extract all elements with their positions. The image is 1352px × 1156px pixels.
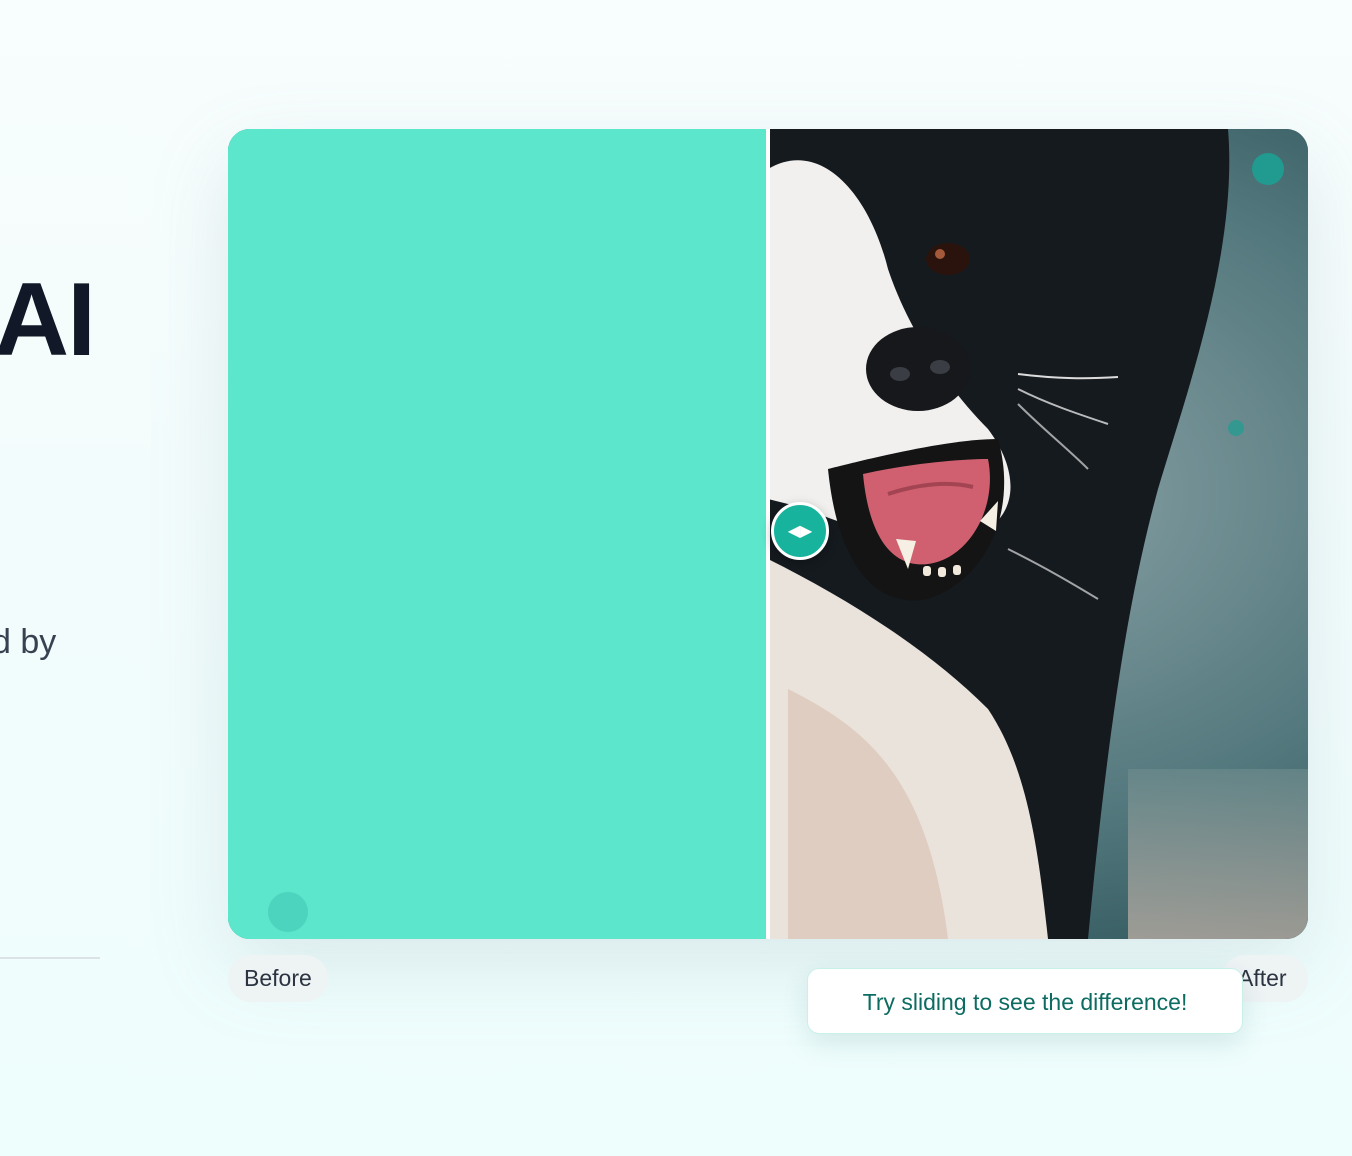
before-image [228,129,768,939]
hero-divider [0,957,100,959]
hero-title: AI [0,262,96,378]
slider-divider[interactable] [766,129,770,939]
decorative-dot [1228,420,1244,436]
slider-hint-tooltip: Try sliding to see the difference! [807,968,1243,1034]
decorative-dot [268,892,308,932]
slider-handle[interactable]: ◀▶ [771,502,829,560]
left-right-arrows-icon: ◀▶ [787,523,813,540]
decorative-dot [1252,153,1284,185]
hero-subtitle: d by [0,623,57,661]
before-label: Before [228,955,328,1002]
before-after-comparison[interactable]: ◀▶ [228,129,1308,939]
